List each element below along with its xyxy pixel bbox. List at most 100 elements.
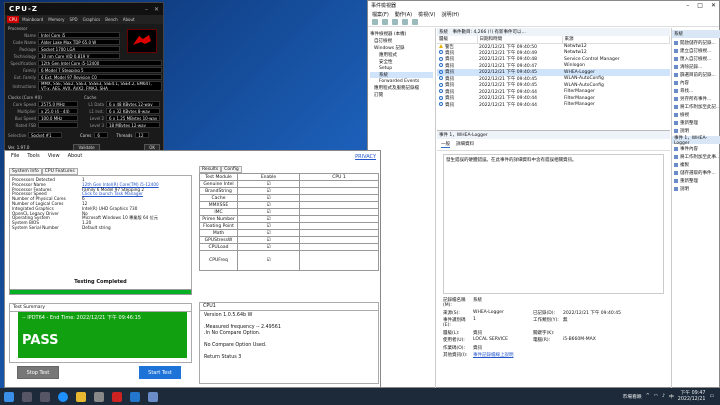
action-item[interactable]: 將工作附加至此記... (674, 104, 719, 110)
cpuz-tab-mainboard[interactable]: Mainboard (20, 16, 45, 23)
tab-results[interactable]: Results (199, 166, 222, 173)
menu-file[interactable]: File (11, 153, 19, 159)
cpuz-tab-graphics[interactable]: Graphics (81, 16, 103, 23)
tab-general[interactable]: 一般 (441, 141, 450, 148)
enable-checkbox[interactable]: ☑ (237, 208, 300, 216)
enable-checkbox[interactable]: ☑ (237, 180, 300, 188)
close-icon[interactable]: ✕ (711, 2, 716, 9)
cpuz-tab-bench[interactable]: Bench (103, 16, 119, 23)
tree-item[interactable]: 訂閱 (370, 92, 433, 98)
enable-checkbox[interactable]: ☑ (237, 222, 300, 230)
diagnostic-taskbar-icon[interactable] (130, 391, 140, 402)
action-item[interactable]: 說明 (674, 186, 719, 192)
action-item[interactable]: 重新整理 (674, 120, 719, 126)
enable-checkbox[interactable]: ☑ (237, 201, 300, 209)
action-item[interactable]: 複製 (674, 162, 719, 168)
tray-chevron-icon[interactable]: ^ (646, 394, 650, 399)
menu-view[interactable]: 檢視(V) (418, 11, 435, 18)
menu-file[interactable]: 檔案(F) (372, 11, 389, 18)
enable-checkbox[interactable]: ☑ (237, 236, 300, 244)
event-row[interactable]: 資訊 2022/12/21 下午 09:40:44 FilterManager (437, 102, 670, 109)
tree-item-selected[interactable]: 系統 (370, 72, 433, 78)
folder-icon[interactable] (392, 19, 398, 25)
minimize-icon[interactable]: – (145, 6, 148, 13)
search-icon[interactable] (22, 391, 32, 402)
tab-cpu-features[interactable]: CPU Features (41, 168, 78, 175)
menu-about[interactable]: About (68, 153, 83, 159)
forward-icon[interactable] (382, 19, 388, 25)
store-icon[interactable] (94, 391, 104, 402)
network-icon[interactable]: ◠ (654, 394, 658, 399)
clock[interactable]: 下午 09:47 2022/12/21 (678, 391, 706, 403)
action-item[interactable]: 檢視 (674, 112, 719, 118)
tree-item[interactable]: 事件檢視器 (本機) (370, 31, 433, 37)
tab-config[interactable]: Config (221, 166, 242, 173)
enable-checkbox[interactable]: ☑ (237, 229, 300, 237)
event-viewer-taskbar-icon[interactable] (148, 391, 158, 402)
edge-icon[interactable] (58, 391, 68, 402)
tab-details[interactable]: 詳細資料 (456, 141, 474, 148)
stop-test-button[interactable]: Stop Test (17, 366, 59, 379)
tree-item[interactable]: 應用程式 (370, 52, 433, 58)
tab-cpu1[interactable]: CPU1 (200, 303, 378, 311)
enable-checkbox[interactable]: ☑ (237, 215, 300, 223)
action-item[interactable]: 尋找... (674, 88, 719, 94)
action-item[interactable]: 將工作附加至此事... (674, 154, 719, 160)
column-header[interactable]: 來源 (562, 36, 670, 44)
event-viewer-titlebar[interactable]: 事件檢視器 – □ ✕ (368, 1, 719, 10)
action-item[interactable]: 儲存選取的事件... (674, 170, 719, 176)
tree-item[interactable]: 應用程式及服務記錄檔 (370, 85, 433, 91)
sysinfo-value[interactable]: Click to launch Task Manager (82, 192, 143, 197)
notification-icon[interactable]: ▭ (709, 394, 714, 399)
column-header[interactable]: 日期和時間 (477, 36, 563, 44)
enable-checkbox[interactable]: ☑ (237, 250, 300, 271)
start-icon[interactable] (4, 391, 14, 402)
action-item[interactable]: 說明 (674, 128, 719, 134)
column-header[interactable]: 層級 (437, 36, 478, 44)
enable-checkbox[interactable]: ☑ (237, 187, 300, 195)
action-item[interactable]: 匯入自訂檢視... (674, 56, 719, 62)
diagnostic-tool-window[interactable]: File Tools View About PRIVACY System Inf… (4, 150, 381, 388)
menu-action[interactable]: 動作(A) (395, 11, 412, 18)
tab-test-summary[interactable]: Test Summary (10, 304, 191, 312)
help-icon[interactable] (412, 19, 418, 25)
tree-item[interactable]: 安全性 (370, 59, 433, 65)
action-item[interactable]: 建立自訂檢視... (674, 48, 719, 54)
cpuz-titlebar[interactable]: CPU-Z – ✕ (5, 3, 163, 15)
back-icon[interactable] (372, 19, 378, 25)
cpuz-tab-about[interactable]: About (121, 16, 137, 23)
action-item[interactable]: 重新整理 (674, 178, 719, 184)
tree-item[interactable]: Windows 記錄 (370, 45, 433, 51)
event-viewer-window[interactable]: 事件檢視器 – □ ✕ 檔案(F) 動作(A) 檢視(V) 說明(H) 事件檢視… (367, 0, 720, 389)
tree-item[interactable]: 自訂檢視 (370, 38, 433, 44)
action-item[interactable]: 事件內容 (674, 146, 719, 152)
start-test-button[interactable]: Start Test (139, 366, 181, 379)
privacy-link[interactable]: PRIVACY (355, 154, 376, 160)
volume-icon[interactable]: ♪ (662, 394, 665, 399)
menu-help[interactable]: 說明(H) (441, 11, 459, 18)
cpuz-taskbar-icon[interactable] (112, 391, 122, 402)
news-widget[interactable]: 市場看跌 (623, 393, 642, 400)
maximize-icon[interactable]: □ (697, 2, 703, 9)
cpuz-tab-cpu[interactable]: CPU (7, 16, 20, 23)
cpuz-window[interactable]: CPU-Z – ✕ CPU Mainboard Memory SPD Graph… (4, 2, 164, 154)
tree-item[interactable]: Setup (370, 66, 433, 71)
properties-icon[interactable] (402, 19, 408, 25)
action-item[interactable]: 另存所有事件... (674, 96, 719, 102)
property-value[interactable]: 事件記錄檔線上說明 (473, 352, 633, 358)
enable-checkbox[interactable]: ☑ (237, 194, 300, 202)
tab-system-info[interactable]: System Info (9, 168, 42, 175)
cpuz-tab-spd[interactable]: SPD (68, 16, 80, 23)
menu-tools[interactable]: Tools (27, 153, 39, 159)
close-icon[interactable]: ✕ (154, 6, 159, 13)
file-explorer-icon[interactable] (76, 391, 86, 402)
menu-view[interactable]: View (48, 153, 60, 159)
task-view-icon[interactable] (40, 391, 50, 402)
selection-dropdown[interactable]: Socket #1 (28, 132, 62, 138)
cpuz-tab-memory[interactable]: Memory (46, 16, 66, 23)
action-item[interactable]: 內容 (674, 80, 719, 86)
action-item[interactable]: 篩選目前的記錄... (674, 72, 719, 78)
action-item[interactable]: 開啟儲存的記錄... (674, 40, 719, 46)
enable-checkbox[interactable]: ☑ (237, 243, 300, 251)
tree-item[interactable]: Forwarded Events (370, 79, 433, 84)
